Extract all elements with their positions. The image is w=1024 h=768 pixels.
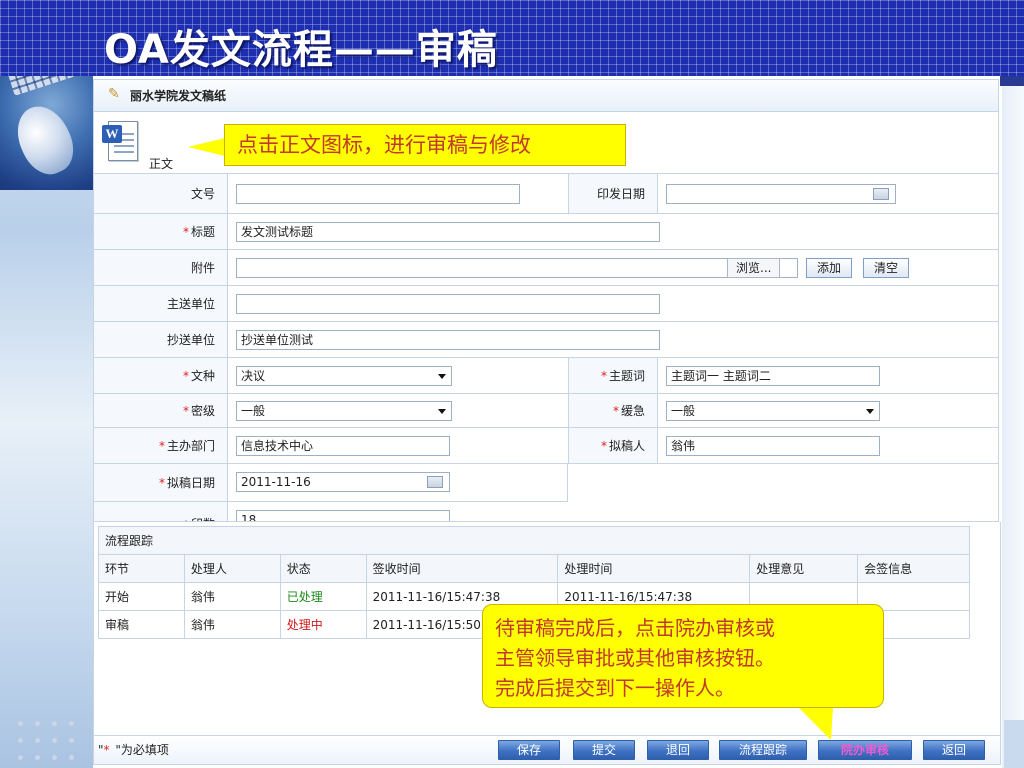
callout-pointer bbox=[188, 138, 225, 156]
drafter-input[interactable]: 翁伟 bbox=[666, 436, 880, 456]
main-recipient-label: 主送单位 bbox=[94, 286, 228, 321]
title-input[interactable]: 发文测试标题 bbox=[236, 222, 660, 242]
slide-right-accent bbox=[1000, 76, 1024, 86]
mouse-image bbox=[7, 97, 83, 183]
attachment-path-input[interactable] bbox=[236, 258, 798, 278]
word-document-icon[interactable]: W bbox=[102, 121, 148, 165]
doc-number-label: 文号 bbox=[94, 174, 228, 213]
urgency-label: * 缓急 bbox=[568, 394, 658, 427]
chevron-down-icon bbox=[438, 409, 446, 414]
row-draft-date: * 拟稿日期 2011-11-16 bbox=[94, 464, 568, 502]
return-button[interactable]: 退回 bbox=[647, 740, 709, 760]
tracking-header-row: 环节 处理人 状态 签收时间 处理时间 处理意见 会签信息 bbox=[98, 554, 970, 583]
dots-decoration bbox=[12, 715, 82, 765]
cc-recipient-label: 抄送单位 bbox=[94, 322, 228, 357]
keywords-input[interactable]: 主题词一 主题词二 bbox=[666, 366, 880, 386]
host-dept-label: * 主办部门 bbox=[94, 428, 228, 463]
doc-type-label: * 文种 bbox=[94, 358, 228, 393]
draft-date-input[interactable]: 2011-11-16 bbox=[236, 472, 450, 492]
action-bar: "* "为必填项 保存 提交 退回 流程跟踪 院办审核 返回 bbox=[93, 735, 1001, 765]
host-dept-input[interactable]: 信息技术中心 bbox=[236, 436, 450, 456]
process-tracking-button[interactable]: 流程跟踪 bbox=[719, 740, 807, 760]
window-title: 丽水学院发文稿纸 bbox=[130, 89, 227, 103]
callout-body-text-hint: 点击正文图标，进行审稿与修改 bbox=[224, 124, 626, 166]
row-doc-number: 文号 印发日期 bbox=[94, 174, 998, 214]
word-document-label[interactable]: 正文 bbox=[149, 155, 173, 172]
issue-date-label: 印发日期 bbox=[568, 174, 658, 213]
browse-button[interactable]: 浏览... bbox=[727, 258, 781, 278]
urgency-select[interactable]: 一般 bbox=[666, 401, 880, 421]
column-header: 处理意见 bbox=[749, 554, 859, 583]
column-header: 环节 bbox=[98, 554, 185, 583]
column-header: 签收时间 bbox=[365, 554, 559, 583]
edit-document-icon: ✎ bbox=[108, 86, 120, 102]
status-badge: 处理中 bbox=[279, 610, 367, 639]
secrecy-label: * 密级 bbox=[94, 394, 228, 427]
tracking-title-row: 流程跟踪 bbox=[98, 526, 970, 555]
doc-type-select[interactable]: 决议 bbox=[236, 366, 452, 386]
keywords-label: * 主题词 bbox=[568, 358, 658, 393]
row-cc-recipient: 抄送单位 抄送单位测试 bbox=[94, 322, 998, 358]
office-review-button[interactable]: 院办审核 bbox=[818, 740, 912, 760]
submit-button[interactable]: 提交 bbox=[573, 740, 635, 760]
secrecy-select[interactable]: 一般 bbox=[236, 401, 452, 421]
row-print-count: *印数 18 bbox=[94, 502, 568, 521]
print-count-label: *印数 bbox=[94, 502, 228, 521]
callout-line: 待审稿完成后，点击院办审核或 bbox=[495, 616, 775, 640]
row-title: * 标题 发文测试标题 bbox=[94, 214, 998, 250]
calendar-icon[interactable] bbox=[873, 188, 889, 200]
clear-attachment-button[interactable]: 清空 bbox=[863, 258, 910, 278]
slide-title: OA发文流程——审稿 bbox=[104, 27, 498, 73]
column-header: 处理人 bbox=[183, 554, 281, 583]
word-w-badge: W bbox=[102, 125, 122, 143]
row-doc-type: * 文种 决议 * 主题词 主题词一 主题词二 bbox=[94, 358, 998, 394]
cc-recipient-input[interactable]: 抄送单位测试 bbox=[236, 330, 660, 350]
column-header: 状态 bbox=[279, 554, 367, 583]
word-line-shape bbox=[114, 151, 134, 153]
title-label: * 标题 bbox=[94, 214, 228, 249]
draft-date-label: * 拟稿日期 bbox=[94, 464, 228, 501]
table-cell: 翁伟 bbox=[183, 582, 281, 611]
table-cell: 开始 bbox=[98, 582, 185, 611]
main-recipient-input[interactable] bbox=[236, 294, 660, 314]
add-attachment-button[interactable]: 添加 bbox=[806, 258, 853, 278]
slide-right-corner bbox=[1004, 720, 1024, 768]
print-count-input[interactable]: 18 bbox=[236, 510, 450, 521]
row-attachment: 附件 浏览... 添加 清空 bbox=[94, 250, 998, 286]
back-button[interactable]: 返回 bbox=[923, 740, 985, 760]
column-header: 处理时间 bbox=[557, 554, 751, 583]
drafter-label: * 拟稿人 bbox=[568, 428, 658, 463]
tracking-title: 流程跟踪 bbox=[98, 526, 970, 555]
chevron-down-icon bbox=[866, 409, 874, 414]
callout-review-hint: 待审稿完成后，点击院办审核或 主管领导审批或其他审核按钮。 完成后提交到下一操作… bbox=[482, 604, 884, 708]
window-header: ✎ 丽水学院发文稿纸 bbox=[94, 80, 998, 112]
required-field-note: "* "为必填项 bbox=[98, 743, 169, 757]
row-secrecy: * 密级 一般 * 缓急 一般 bbox=[94, 394, 998, 428]
row-host-dept: * 主办部门 信息技术中心 * 拟稿人 翁伟 bbox=[94, 428, 998, 464]
column-header: 会签信息 bbox=[857, 554, 970, 583]
attachment-label: 附件 bbox=[94, 250, 228, 285]
word-line-shape bbox=[114, 145, 134, 147]
status-badge: 已处理 bbox=[279, 582, 367, 611]
table-cell: 翁伟 bbox=[183, 610, 281, 639]
row-main-recipient: 主送单位 bbox=[94, 286, 998, 322]
doc-number-input[interactable] bbox=[236, 184, 520, 204]
callout-line: 主管领导审批或其他审核按钮。 bbox=[495, 646, 775, 670]
chevron-down-icon bbox=[438, 374, 446, 379]
slide-right-decoration bbox=[1002, 76, 1024, 768]
issue-date-input[interactable] bbox=[666, 184, 896, 204]
calendar-icon[interactable] bbox=[427, 476, 443, 488]
save-button[interactable]: 保存 bbox=[498, 740, 560, 760]
callout-line: 完成后提交到下一操作人。 bbox=[495, 676, 735, 700]
table-cell: 审稿 bbox=[98, 610, 185, 639]
